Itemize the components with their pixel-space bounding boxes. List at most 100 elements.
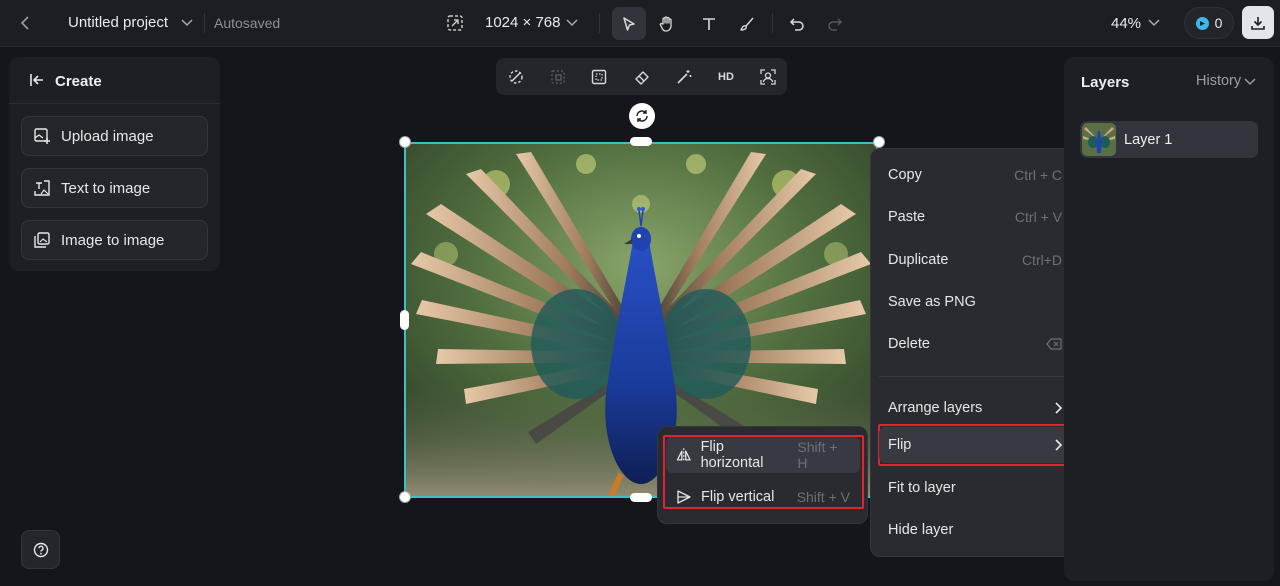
crop-button[interactable] — [546, 65, 570, 89]
chevron-right-icon — [1055, 439, 1062, 451]
menu-item-shortcut: Ctrl+D — [1021, 252, 1062, 268]
flip-vertical-shortcut: Shift + V — [796, 489, 850, 505]
create-panel: Create Upload image Text to image Image … — [9, 57, 220, 271]
cursor-icon — [623, 16, 635, 31]
credits-count: 0 — [1214, 15, 1223, 31]
layer-item[interactable]: Layer 1 — [1080, 121, 1258, 158]
project-title[interactable]: Untitled project — [68, 14, 168, 31]
resize-handle-bottom-left[interactable] — [399, 491, 411, 503]
flip-horizontal-item[interactable]: Flip horizontal Shift + H — [666, 437, 860, 473]
flip-submenu: Flip horizontal Shift + H Flip vertical … — [657, 426, 868, 524]
face-enhance-button[interactable] — [756, 65, 780, 89]
brush-icon — [740, 17, 754, 31]
context-menu: Copy Ctrl + C Paste Ctrl + V Duplicate C… — [870, 148, 1080, 557]
menu-item-hide-layer[interactable]: Hide layer — [879, 512, 1071, 548]
menu-item-duplicate[interactable]: Duplicate Ctrl+D — [879, 242, 1071, 278]
eraser-button[interactable] — [630, 65, 654, 89]
help-icon — [33, 542, 48, 557]
select-tool-button[interactable] — [612, 7, 646, 40]
resize-handle-top-right[interactable] — [873, 136, 885, 148]
back-arrow-icon[interactable] — [14, 12, 36, 34]
resize-handle-bottom[interactable] — [630, 493, 652, 502]
redo-icon — [828, 17, 843, 31]
undo-icon — [789, 17, 804, 31]
resize-canvas-icon[interactable] — [444, 12, 466, 34]
credits-badge[interactable]: 0 — [1184, 7, 1234, 39]
layer-thumbnail — [1082, 123, 1116, 156]
flip-vertical-label: Flip vertical — [701, 489, 775, 505]
zoom-chevron-down-icon[interactable] — [1148, 12, 1166, 34]
resize-handle-left[interactable] — [400, 310, 409, 330]
history-chevron-down-icon[interactable] — [1244, 71, 1260, 91]
face-scan-icon — [760, 69, 776, 85]
menu-item-label: Hide layer — [888, 522, 954, 538]
flip-vertical-item[interactable]: Flip vertical Shift + V — [666, 479, 860, 515]
top-bar: Untitled project Autosaved 1024 × 768 44… — [0, 0, 1280, 47]
text-to-image-button[interactable]: Text to image — [21, 168, 208, 208]
menu-item-fit-to-layer[interactable]: Fit to layer — [879, 470, 1071, 506]
expand-button[interactable] — [587, 65, 611, 89]
remove-background-icon — [509, 70, 523, 84]
text-tool-button[interactable] — [692, 7, 726, 40]
flip-vertical-icon — [677, 490, 691, 504]
autosave-status: Autosaved — [214, 15, 281, 31]
menu-item-shortcut: Ctrl + C — [1014, 167, 1062, 183]
image-toolbar: HD — [496, 58, 787, 95]
magic-edit-button[interactable] — [672, 65, 696, 89]
menu-item-label: Arrange layers — [888, 400, 983, 416]
menu-item-copy[interactable]: Copy Ctrl + C — [879, 157, 1071, 193]
rotate-handle[interactable] — [629, 103, 655, 129]
text-to-image-label: Text to image — [61, 179, 151, 197]
menu-item-shortcut: Ctrl + V — [1014, 209, 1062, 225]
menu-item-label: Duplicate — [888, 252, 949, 268]
rotate-icon — [636, 110, 648, 122]
upload-image-button[interactable]: Upload image — [21, 116, 208, 156]
remove-background-button[interactable] — [504, 65, 528, 89]
help-button[interactable] — [21, 530, 60, 569]
menu-item-label: Flip — [888, 437, 912, 453]
menu-item-arrange-layers[interactable]: Arrange layers — [879, 390, 1071, 426]
menu-item-paste[interactable]: Paste Ctrl + V — [879, 199, 1071, 235]
menu-item-flip[interactable]: Flip — [879, 427, 1071, 463]
flip-horizontal-shortcut: Shift + H — [797, 439, 838, 471]
eraser-icon — [635, 71, 649, 85]
layers-tab[interactable]: Layers — [1081, 74, 1129, 91]
credits-icon — [1195, 16, 1209, 30]
undo-button[interactable] — [780, 7, 814, 40]
menu-item-label: Save as PNG — [888, 294, 976, 310]
hand-icon — [659, 16, 672, 32]
canvas-size-chevron-down-icon[interactable] — [566, 12, 584, 34]
resize-handle-top[interactable] — [630, 137, 652, 146]
backspace-icon — [1046, 338, 1062, 350]
layer-name: Layer 1 — [1124, 131, 1173, 148]
upload-image-label: Upload image — [61, 127, 154, 145]
collapse-arrow-icon[interactable] — [29, 71, 47, 89]
menu-item-save-png[interactable]: Save as PNG — [879, 284, 1071, 320]
divider — [772, 13, 773, 33]
brush-tool-button[interactable] — [730, 7, 764, 40]
redo-button[interactable] — [818, 7, 852, 40]
resize-handle-top-left[interactable] — [399, 136, 411, 148]
menu-item-label: Delete — [888, 336, 930, 352]
menu-item-delete[interactable]: Delete — [879, 326, 1071, 362]
image-to-image-label: Image to image — [61, 231, 165, 249]
hand-tool-button[interactable] — [650, 7, 684, 40]
project-chevron-down-icon[interactable] — [178, 12, 196, 34]
download-icon — [1251, 16, 1265, 30]
text-to-image-icon — [34, 180, 50, 196]
history-tab[interactable]: History — [1196, 73, 1241, 89]
canvas-size-label[interactable]: 1024 × 768 — [485, 14, 561, 31]
menu-item-label: Fit to layer — [888, 480, 956, 496]
image-to-image-button[interactable]: Image to image — [21, 220, 208, 260]
divider — [599, 13, 600, 33]
flip-horizontal-label: Flip horizontal — [700, 439, 764, 471]
download-button[interactable] — [1242, 6, 1274, 39]
expand-icon — [591, 69, 607, 85]
crop-icon — [551, 70, 565, 84]
upload-image-icon — [34, 128, 50, 144]
hd-upscale-button[interactable]: HD — [714, 65, 738, 89]
zoom-level[interactable]: 44% — [1111, 15, 1141, 32]
create-panel-header: Create — [9, 57, 220, 104]
image-to-image-icon — [34, 232, 50, 248]
menu-separator — [879, 376, 1071, 377]
